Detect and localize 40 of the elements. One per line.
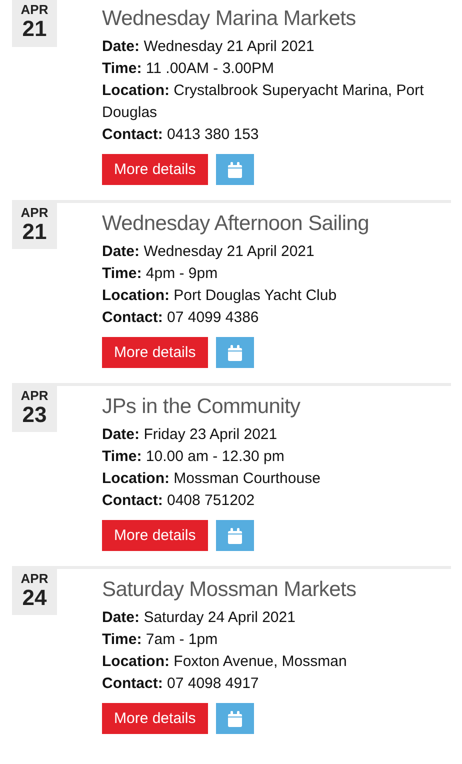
event-detail: Contact: 0413 380 153 — [102, 125, 260, 145]
more-details-button[interactable]: More details — [102, 337, 208, 368]
event-title: Wednesday Afternoon Sailing — [102, 211, 370, 237]
date-day: 21 — [22, 220, 47, 244]
calendar-icon — [228, 710, 242, 726]
more-details-button[interactable]: More details — [102, 520, 208, 551]
more-details-button[interactable]: More details — [102, 703, 208, 734]
event-detail: Time: 4pm - 9pm — [102, 264, 219, 284]
event-detail: Location: Port Douglas Yacht Club — [102, 286, 338, 306]
event-detail: Location: Crystalbrook Superyacht Marina, Port Douglas — [102, 81, 425, 123]
event-detail: Date: Wednesday 21 April 2021 — [102, 242, 316, 262]
event-detail: Date: Saturday 24 April 2021 — [102, 608, 296, 628]
calendar-icon — [228, 528, 242, 544]
event-detail: Date: Wednesday 21 April 2021 — [102, 37, 316, 57]
add-to-calendar-button[interactable] — [216, 337, 254, 368]
event-detail: Location: Mossman Courthouse — [102, 469, 322, 489]
calendar-icon — [228, 344, 242, 360]
date-day: 21 — [22, 17, 47, 41]
event-title: Saturday Mossman Markets — [102, 577, 358, 603]
event-detail: Date: Friday 23 April 2021 — [102, 425, 278, 445]
date-month: APR — [20, 389, 48, 403]
event-detail: Contact: 0408 751202 — [102, 491, 256, 511]
event-detail: Contact: 07 4098 4917 — [102, 674, 260, 694]
event-title: Wednesday Marina Markets — [102, 6, 357, 32]
event-detail: Time: 11 .00AM - 3.00PM — [102, 59, 276, 79]
event-title: JPs in the Community — [102, 394, 302, 420]
date-month: APR — [20, 206, 48, 220]
date-month: APR — [20, 3, 48, 17]
event-detail: Time: 10.00 am - 12.30 pm — [102, 447, 286, 467]
add-to-calendar-button[interactable] — [216, 520, 254, 551]
event-detail: Contact: 07 4099 4386 — [102, 308, 260, 328]
event-detail: Time: 7am - 1pm — [102, 630, 219, 650]
calendar-icon — [228, 162, 242, 178]
date-month: APR — [20, 572, 48, 586]
add-to-calendar-button[interactable] — [216, 154, 254, 185]
date-day: 24 — [22, 586, 47, 610]
event-detail: Location: Foxton Avenue, Mossman — [102, 652, 348, 672]
more-details-button[interactable]: More details — [102, 154, 208, 185]
date-day: 23 — [22, 403, 47, 427]
add-to-calendar-button[interactable] — [216, 703, 254, 734]
